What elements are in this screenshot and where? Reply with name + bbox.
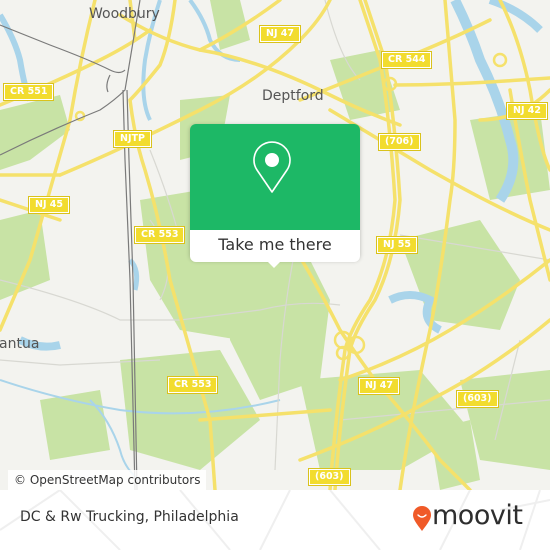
road-shield-cr551: CR 551 [2,83,55,101]
take-me-there-button[interactable]: Take me there [190,230,360,262]
popup-pointer [266,260,282,268]
place-label-deptford: Deptford [262,88,324,104]
place-label-woodbury: Woodbury [89,6,160,22]
map-pin-icon [253,141,291,193]
road-shield-603-south: (603) [308,468,351,486]
road-shield-nj55: NJ 55 [375,236,419,254]
map-attribution[interactable]: © OpenStreetMap contributors [8,470,207,490]
road-shield-nj47: NJ 47 [258,25,302,43]
location-title: DC & Rw Trucking, Philadelphia [20,509,239,525]
road-shield-cr544: CR 544 [380,51,433,69]
place-label-mantua: antua [0,336,40,352]
road-shield-nj42: NJ 42 [505,102,549,120]
moovit-logo[interactable]: moovit [412,500,537,534]
map-canvas[interactable]: Woodbury Deptford antua NJ 47 CR 544 CR … [0,0,550,490]
moovit-pin-icon [413,506,431,531]
road-shield-nj45: NJ 45 [27,196,71,214]
road-shield-603-east: (603) [456,390,499,408]
road-shield-cr553: CR 553 [133,226,186,244]
road-shield-nj47-south: NJ 47 [357,377,401,395]
popup-header [190,124,360,230]
road-shield-cr553-south: CR 553 [166,376,219,394]
moovit-wordmark: moovit [432,500,523,531]
location-popup: Take me there [190,124,360,268]
road-shield-njtp: NJTP [113,130,152,148]
footer-bar: DC & Rw Trucking, Philadelphia moovit [0,490,550,550]
road-shield-706: (706) [378,133,421,151]
